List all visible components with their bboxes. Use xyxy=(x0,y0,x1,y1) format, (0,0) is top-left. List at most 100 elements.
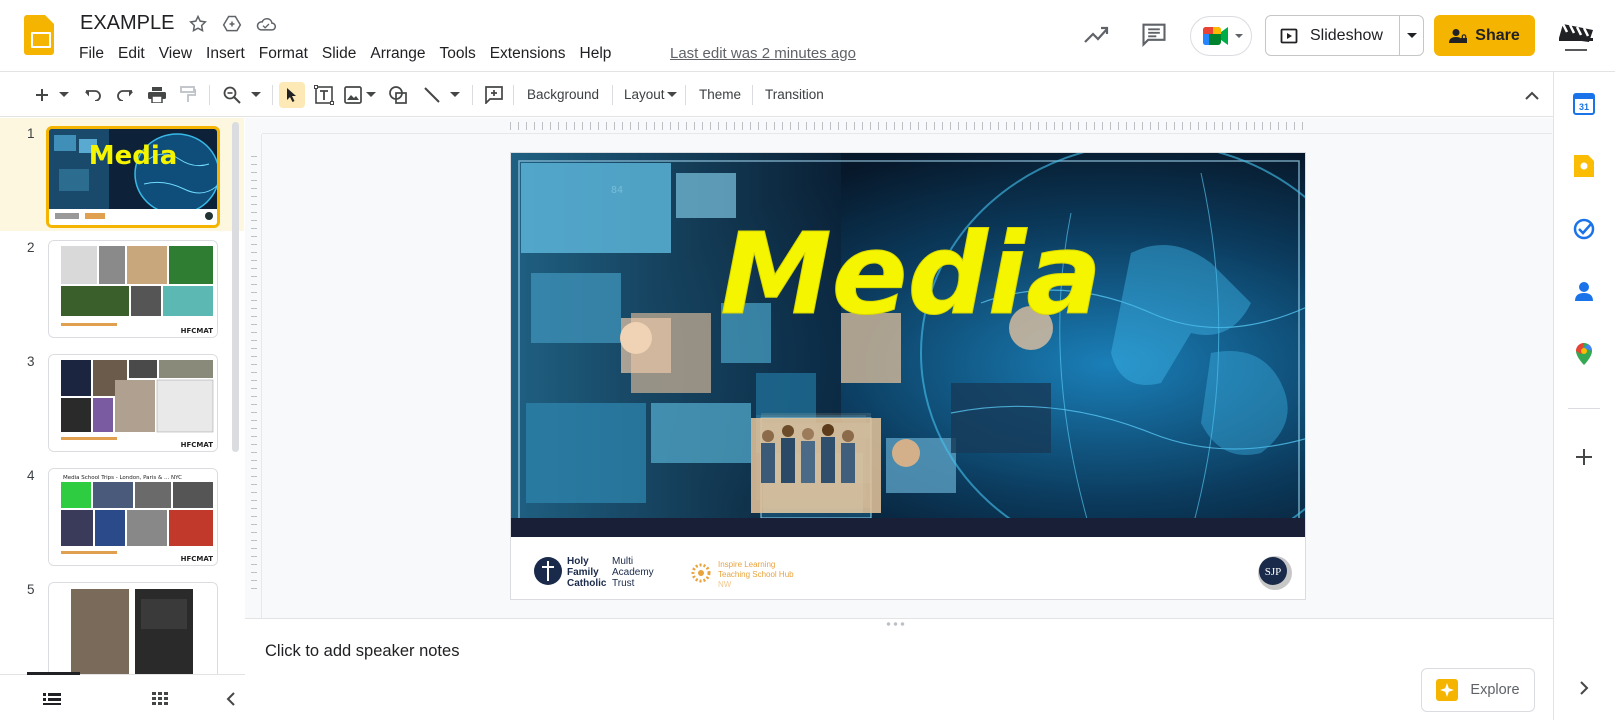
share-button[interactable]: Share xyxy=(1434,15,1535,56)
svg-text:Holy: Holy xyxy=(567,556,589,567)
background-button[interactable]: Background xyxy=(527,86,599,104)
slide-number: 2 xyxy=(27,240,35,255)
toolbar-divider xyxy=(752,85,753,105)
present-icon xyxy=(1280,28,1298,43)
slide-footer: Holy Family Catholic Multi Academy Trust… xyxy=(511,537,1305,599)
zoom-dropdown-icon[interactable] xyxy=(248,83,264,107)
theme-button[interactable]: Theme xyxy=(699,86,741,104)
person-lock-icon xyxy=(1449,28,1468,43)
avatar[interactable] xyxy=(1557,16,1595,56)
notes-resize-handle[interactable] xyxy=(245,618,1553,630)
activity-dashboard-icon[interactable] xyxy=(1082,22,1110,48)
toolbar-divider xyxy=(272,85,273,105)
shape-icon[interactable] xyxy=(386,83,410,107)
slideshow-button-group: Slideshow xyxy=(1265,15,1424,56)
zoom-icon[interactable] xyxy=(220,83,244,107)
svg-text:HFCMAT: HFCMAT xyxy=(181,555,214,563)
filmstrip-view-icon[interactable] xyxy=(40,687,64,711)
cloud-saved-icon[interactable] xyxy=(254,12,278,36)
svg-text:84: 84 xyxy=(611,185,623,196)
explore-label: Explore xyxy=(1470,682,1520,698)
image-dropdown-icon[interactable] xyxy=(364,83,378,107)
slide-number: 3 xyxy=(27,354,35,369)
inspire-learning-logo-icon xyxy=(691,563,711,583)
menu-edit[interactable]: Edit xyxy=(111,44,152,64)
svg-text:Academy: Academy xyxy=(612,567,654,578)
add-comment-icon[interactable] xyxy=(482,83,506,107)
svg-text:Teaching School Hub: Teaching School Hub xyxy=(718,570,794,579)
slide-thumbnail-1[interactable]: Media xyxy=(46,126,220,228)
slide-number: 1 xyxy=(27,126,35,141)
slide-thumbnail-4[interactable]: Media School Trips - London, Paris & ...… xyxy=(48,468,218,566)
contacts-icon[interactable] xyxy=(1572,280,1596,304)
print-icon[interactable] xyxy=(146,83,168,107)
slide-background-image[interactable]: 84 Media xyxy=(511,153,1305,537)
text-box-icon[interactable] xyxy=(312,83,336,107)
menu-arrange[interactable]: Arrange xyxy=(363,44,432,64)
speaker-notes-placeholder[interactable]: Click to add speaker notes xyxy=(265,642,459,661)
select-tool-icon[interactable] xyxy=(279,82,305,108)
slideshow-dropdown[interactable] xyxy=(1400,16,1423,55)
slide-title: Media xyxy=(720,210,1102,340)
menu-help[interactable]: Help xyxy=(573,44,619,64)
menu-file[interactable]: File xyxy=(79,44,111,64)
new-slide-icon[interactable] xyxy=(32,83,52,107)
slide-thumbnail-3[interactable]: HFCMAT xyxy=(48,354,218,452)
insert-image-icon[interactable] xyxy=(342,83,364,107)
svg-text:HFCMAT: HFCMAT xyxy=(181,441,214,449)
collapse-filmstrip-icon[interactable] xyxy=(220,687,240,711)
layout-dropdown-icon[interactable] xyxy=(666,83,678,107)
toolbar-divider xyxy=(612,85,613,105)
maps-icon[interactable] xyxy=(1572,342,1596,366)
svg-text:Family: Family xyxy=(567,567,599,578)
calendar-icon[interactable]: 31 xyxy=(1572,92,1596,116)
menu-format[interactable]: Format xyxy=(252,44,315,64)
filmstrip-footer xyxy=(0,672,245,720)
last-edit-link[interactable]: Last edit was 2 minutes ago xyxy=(670,44,856,64)
collapse-toolbar-icon[interactable] xyxy=(1522,83,1542,107)
paint-format-icon[interactable] xyxy=(177,83,199,107)
transition-button[interactable]: Transition xyxy=(765,86,824,104)
menu-insert[interactable]: Insert xyxy=(199,44,252,64)
move-to-drive-icon[interactable] xyxy=(220,12,244,36)
side-panel-divider xyxy=(1568,408,1600,409)
redo-icon[interactable] xyxy=(114,83,136,107)
slide-thumbnail-5[interactable] xyxy=(48,582,218,674)
svg-text:Trust: Trust xyxy=(612,578,635,589)
meet-button[interactable] xyxy=(1190,16,1252,56)
document-title[interactable]: EXAMPLE xyxy=(80,12,174,35)
menu-tools[interactable]: Tools xyxy=(433,44,483,64)
line-icon[interactable] xyxy=(420,83,444,107)
grid-view-icon[interactable] xyxy=(148,687,172,711)
tasks-icon[interactable] xyxy=(1572,217,1596,241)
menu-slide[interactable]: Slide xyxy=(315,44,363,64)
layout-button[interactable]: Layout xyxy=(624,86,665,104)
comments-icon[interactable] xyxy=(1140,20,1168,48)
menu-extensions[interactable]: Extensions xyxy=(483,44,573,64)
line-dropdown-icon[interactable] xyxy=(448,83,462,107)
filmstrip-scrollbar[interactable] xyxy=(232,122,239,452)
ruler-ticks xyxy=(251,156,257,596)
share-label: Share xyxy=(1475,26,1520,44)
slideshow-button[interactable]: Slideshow xyxy=(1266,16,1400,55)
svg-text:Media School Trips - London, P: Media School Trips - London, Paris & ...… xyxy=(63,475,182,481)
slide-thumbnail-2[interactable]: HFCMAT xyxy=(48,240,218,338)
keep-icon[interactable] xyxy=(1572,154,1596,178)
slide-number: 4 xyxy=(27,468,35,483)
star-icon[interactable] xyxy=(186,12,210,36)
slides-logo-icon[interactable] xyxy=(24,15,54,55)
menu-view[interactable]: View xyxy=(152,44,199,64)
undo-icon[interactable] xyxy=(82,83,104,107)
current-slide[interactable]: 84 Media Holy Family Catholic Multi Acad… xyxy=(510,152,1306,600)
svg-text:31: 31 xyxy=(1579,102,1589,112)
svg-text:HFCMAT: HFCMAT xyxy=(181,327,214,335)
svg-text:Multi: Multi xyxy=(612,556,633,567)
explore-button[interactable]: Explore xyxy=(1421,668,1535,712)
caret-down-icon xyxy=(1406,32,1417,38)
thumb-title: Media xyxy=(89,141,178,171)
get-add-ons-icon[interactable] xyxy=(1572,445,1596,469)
toolbar-divider xyxy=(685,85,686,105)
expand-side-panel-icon[interactable] xyxy=(1572,676,1596,700)
new-slide-dropdown-icon[interactable] xyxy=(56,83,72,107)
slide-number: 5 xyxy=(27,582,35,597)
